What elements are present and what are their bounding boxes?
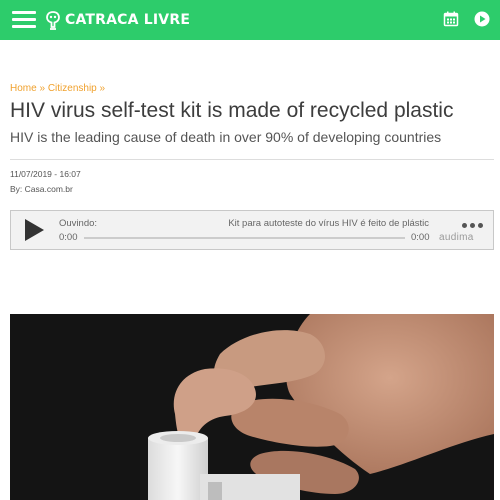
hamburger-menu-icon[interactable] [12, 11, 36, 29]
duration: 0:00 [411, 232, 430, 243]
breadcrumb-home-link[interactable]: Home [10, 83, 37, 94]
calendar-icon[interactable] [443, 11, 459, 27]
play-circle-icon[interactable] [474, 11, 490, 27]
now-playing-label: Ouvindo: [59, 218, 98, 229]
article-subtitle: HIV is the leading cause of death in ove… [10, 129, 442, 145]
audio-player: Ouvindo: Kit para autoteste do vírus HIV… [10, 210, 494, 250]
logo-text: CATRACA LIVRE [65, 12, 191, 28]
article-title: HIV virus self-test kit is made of recyc… [10, 99, 454, 122]
breadcrumb: Home » Citizenship » [10, 83, 105, 94]
more-options-icon[interactable] [462, 223, 484, 229]
audima-brand: audima [439, 232, 474, 243]
progress-bar[interactable] [84, 237, 405, 239]
track-title: Kit para autoteste do vírus HIV é feito … [228, 218, 429, 229]
current-time: 0:00 [59, 232, 78, 243]
player-play-icon[interactable] [22, 218, 46, 242]
breadcrumb-separator: » [39, 83, 46, 94]
article-photo [10, 314, 494, 500]
logo-bird-icon [46, 11, 60, 30]
top-header-bar: CATRACA LIVRE [0, 0, 500, 40]
article-byline: By: Casa.com.br [10, 184, 73, 194]
site-logo[interactable]: CATRACA LIVRE [45, 9, 190, 31]
breadcrumb-separator: » [99, 83, 106, 94]
breadcrumb-section-link[interactable]: Citizenship [48, 83, 97, 94]
divider [10, 159, 494, 160]
article-date: 11/07/2019 - 16:07 [10, 169, 81, 179]
